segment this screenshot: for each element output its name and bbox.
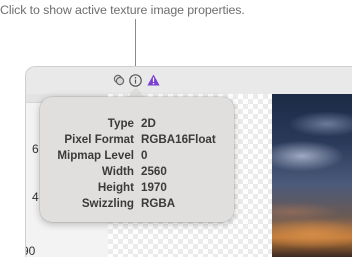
property-key: Width xyxy=(101,165,134,178)
property-value: 1970 xyxy=(141,181,167,194)
property-key: Pixel Format xyxy=(64,133,134,146)
property-value: 2D xyxy=(141,117,156,130)
info-icon[interactable] xyxy=(128,73,142,87)
property-row-pixel-format: Pixel Format RGBA16Float xyxy=(40,133,234,149)
property-value: 0 xyxy=(141,149,148,162)
property-row-mipmap-level: Mipmap Level 0 xyxy=(40,149,234,165)
property-row-swizzling: Swizzling RGBA xyxy=(40,197,234,213)
texture-toolbar xyxy=(26,67,352,95)
property-key: Mipmap Level xyxy=(57,149,134,162)
sidebar-value: 6 xyxy=(32,142,39,156)
warning-icon[interactable] xyxy=(146,73,160,87)
sidebar-value: 90 xyxy=(26,244,36,257)
texture-properties-popover: Type 2D Pixel Format RGBA16Float Mipmap … xyxy=(40,97,234,222)
property-key: Swizzling xyxy=(81,197,134,210)
property-key: Height xyxy=(97,181,134,194)
property-value: 2560 xyxy=(141,165,167,178)
property-row-width: Width 2560 xyxy=(40,165,234,181)
property-row-height: Height 1970 xyxy=(40,181,234,197)
property-row-type: Type 2D xyxy=(40,117,234,133)
property-value: RGBA xyxy=(141,197,176,210)
sidebar-value: 4 xyxy=(32,190,39,204)
callout-line xyxy=(135,19,136,74)
layers-icon[interactable] xyxy=(112,73,126,87)
property-key: Type xyxy=(107,117,134,130)
texture-image-preview[interactable] xyxy=(272,94,352,257)
property-value: RGBA16Float xyxy=(141,133,216,146)
callout-caption: Click to show active texture image prope… xyxy=(0,3,245,17)
